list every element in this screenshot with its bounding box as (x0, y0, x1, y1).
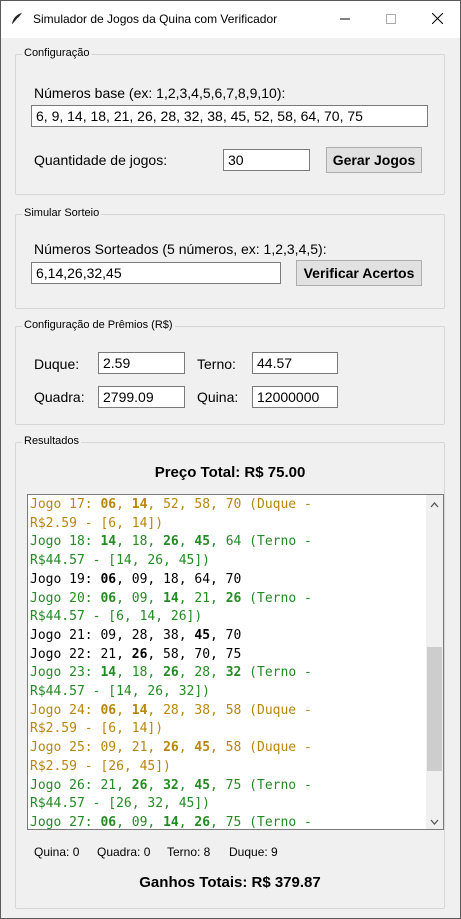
chevron-up-icon (430, 496, 439, 512)
base-numbers-label: Números base (ex: 1,2,3,4,5,6,7,8,9,10): (34, 85, 286, 101)
results-scrollbar[interactable] (426, 495, 443, 829)
result-line: Jogo 21: 09, 28, 38, 45, 70 (30, 627, 242, 643)
result-line: R$2.59 - [6, 14]) (30, 515, 164, 531)
chevron-down-icon (430, 813, 439, 829)
duque-label: Duque: (34, 356, 80, 372)
stat-quadra: Quadra: 0 (97, 845, 151, 859)
result-line: Jogo 26: 21, 26, 32, 45, 75 (Terno - (30, 777, 312, 793)
result-line: Jogo 24: 06, 14, 28, 38, 58 (Duque - (30, 702, 312, 718)
scroll-thumb[interactable] (427, 647, 442, 771)
result-line: Jogo 18: 14, 18, 26, 45, 64 (Terno - (30, 534, 312, 550)
result-line: Jogo 17: 06, 14, 52, 58, 70 (Duque - (30, 497, 312, 512)
total-price: Preço Total: R$ 75.00 (154, 464, 306, 481)
result-line: R$44.57 - [6, 14, 26]) (30, 609, 203, 625)
result-line: R$2.59 - [26, 45]) (30, 758, 171, 774)
quina-label: Quina: (197, 389, 239, 405)
result-line: R$2.59 - [6, 14]) (30, 721, 164, 737)
minimize-button[interactable] (322, 1, 368, 38)
stat-terno: Terno: 8 (167, 845, 211, 859)
base-numbers-input[interactable]: 6, 9, 14, 18, 21, 26, 28, 32, 38, 45, 52… (31, 105, 428, 127)
prizes-group: Configuração de Prêmios (R$) (15, 319, 445, 425)
result-line: Jogo 20: 06, 09, 14, 21, 26 (Terno - (30, 590, 312, 606)
title-bar[interactable]: Simulador de Jogos da Quina com Verifica… (1, 1, 460, 38)
config-group-title: Configuração (22, 47, 92, 59)
scroll-down-button[interactable] (426, 812, 443, 829)
result-line: Jogo 19: 06, 09, 18, 64, 70 (30, 571, 242, 587)
quadra-label: Quadra: (34, 389, 85, 405)
results-textbox[interactable]: Jogo 17: 06, 14, 52, 58, 70 (Duque - R$2.… (27, 494, 444, 830)
result-line: Jogo 23: 14, 18, 26, 28, 32 (Terno - (30, 665, 312, 681)
app-window: Simulador de Jogos da Quina com Verifica… (0, 0, 461, 919)
terno-prize-input[interactable]: 44.57 (252, 352, 338, 374)
terno-label: Terno: (197, 356, 236, 372)
stat-quina: Quina: 0 (34, 845, 80, 859)
quadra-prize-input[interactable]: 2799.09 (98, 386, 185, 408)
maximize-button[interactable] (368, 1, 414, 38)
drawn-numbers-input[interactable]: 6,14,26,32,45 (31, 262, 281, 284)
duque-prize-input[interactable]: 2.59 (98, 352, 185, 374)
feather-icon (9, 11, 25, 27)
drawn-numbers-label: Números Sorteados (5 números, ex: 1,2,3,… (34, 241, 327, 257)
window-title: Simulador de Jogos da Quina com Verifica… (33, 12, 278, 26)
results-group-title: Resultados (22, 435, 82, 447)
generate-games-button[interactable]: Gerar Jogos (326, 147, 422, 173)
minimize-icon (340, 12, 350, 28)
quantity-label: Quantidade de jogos: (34, 152, 168, 168)
close-icon (431, 12, 443, 28)
quina-prize-input[interactable]: 12000000 (252, 386, 338, 408)
result-line: Jogo 22: 21, 26, 58, 70, 75 (30, 646, 242, 662)
result-line: R$44.57 - [26, 32, 45]) (30, 796, 211, 812)
close-button[interactable] (414, 1, 460, 38)
stat-duque: Duque: 9 (229, 845, 278, 859)
total-winnings: Ganhos Totais: R$ 379.87 (139, 874, 321, 891)
result-line: Jogo 25: 09, 21, 26, 45, 58 (Duque - (30, 740, 312, 756)
draw-group-title: Simular Sorteio (22, 207, 102, 219)
results-text-content: Jogo 17: 06, 14, 52, 58, 70 (Duque - R$2.… (30, 496, 420, 830)
result-line: Jogo 27: 06, 09, 14, 26, 75 (Terno - (30, 814, 312, 830)
quantity-input[interactable]: 30 (223, 149, 310, 171)
result-line: R$44.57 - [14, 26, 32]) (30, 684, 211, 700)
prizes-group-title: Configuração de Prêmios (R$) (22, 319, 175, 331)
result-line: R$44.57 - [14, 26, 45]) (30, 553, 211, 569)
verify-button[interactable]: Verificar Acertos (296, 260, 422, 286)
maximize-icon (386, 12, 396, 28)
scroll-up-button[interactable] (426, 495, 443, 512)
